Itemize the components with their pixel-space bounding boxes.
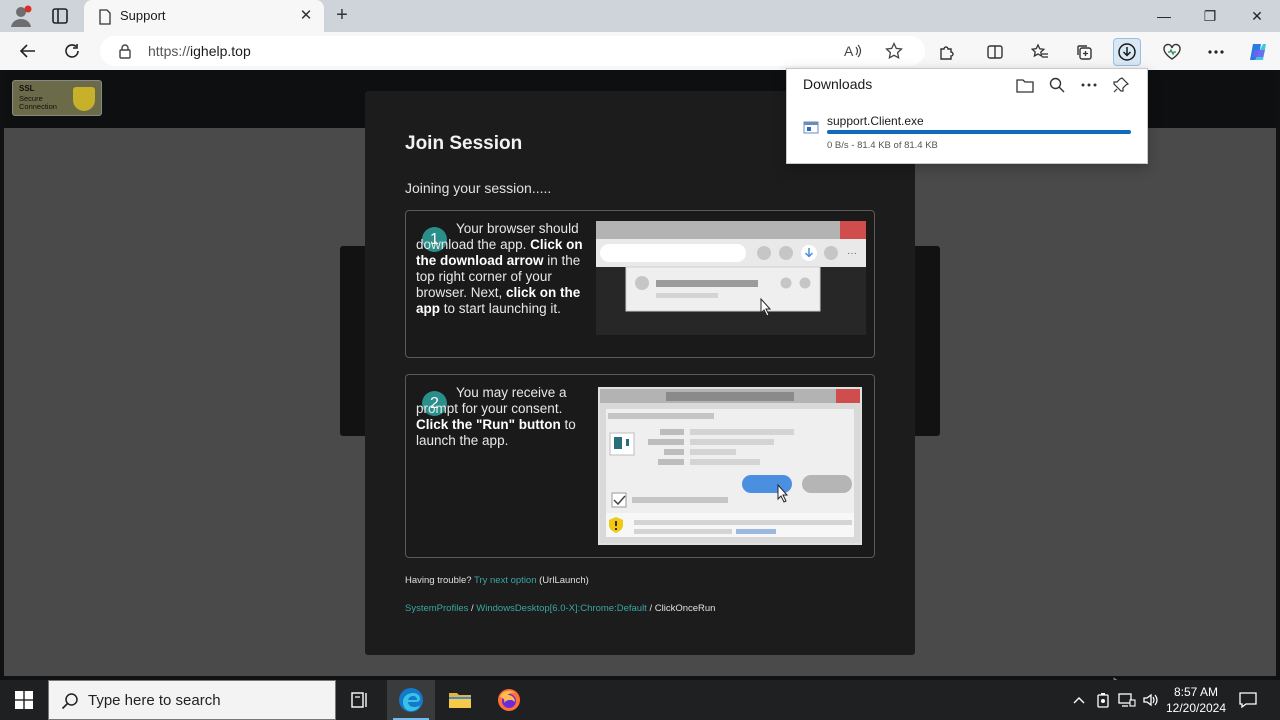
extensions-icon[interactable] [933,38,961,66]
url-text[interactable]: https://ighelp.top [148,43,251,59]
browser-essentials-icon[interactable] [1158,38,1186,66]
clock-time: 8:57 AM [1173,685,1219,699]
download-status: 0 B/s - 81.4 KB of 81.4 KB [827,140,938,151]
maximize-button[interactable]: ❐ [1187,0,1233,32]
taskbar-firefox-button[interactable] [485,680,533,720]
copilot-icon[interactable] [1244,38,1272,66]
read-aloud-icon[interactable]: A [843,42,863,65]
add-favorite-icon[interactable] [885,41,903,65]
back-button[interactable] [15,38,41,64]
step-2-card: 2 You may receive a prompt for your cons… [405,374,875,558]
search-icon [61,692,79,715]
notifications-icon[interactable] [1238,690,1258,710]
shield-icon [73,87,95,111]
pin-icon[interactable] [1111,75,1131,95]
volume-icon[interactable] [1141,690,1161,710]
svg-text:···: ··· [847,248,857,259]
more-options-icon[interactable] [1079,75,1099,95]
having-trouble-text: Having trouble? Try next option (UrlLaun… [405,575,589,586]
task-view-button[interactable] [336,680,384,720]
download-arrow-illustration: ··· [596,221,866,335]
address-bar[interactable]: https://ighelp.top A [100,36,925,66]
ssl-badge-subtitle: Secure Connection [19,94,57,111]
tab-actions-icon[interactable] [50,6,70,26]
browser-toolbar: https://ighelp.top A [0,32,1280,70]
page-icon [98,9,112,30]
svg-text:A: A [844,43,854,59]
profile-icon[interactable] [8,4,34,28]
search-placeholder: Type here to search [88,692,221,709]
ssl-secure-badge: SSL Secure Connection [12,80,102,116]
close-window-button[interactable]: ✕ [1234,0,1280,32]
breadcrumb-clickoncerun: ClickOnceRun [654,603,716,614]
lock-icon[interactable] [118,43,132,64]
downloads-title: Downloads [803,76,873,92]
taskbar-edge-button[interactable] [387,680,435,720]
run-prompt-illustration [598,387,862,545]
favorites-icon[interactable] [1026,38,1054,66]
join-session-dialog: Join Session Joining your session..... 1… [365,91,915,655]
joining-status-text: Joining your session..... [405,180,552,196]
exe-file-icon [803,119,819,135]
ssl-badge-label: SSL [19,84,35,93]
downloads-flyout: Downloads support.Client.exe 0 B/s - 81.… [786,68,1148,164]
step-1-instructions: Your browser should download the app. Cl… [416,221,583,316]
download-progress-fill [827,130,1131,134]
split-screen-icon[interactable] [981,38,1009,66]
dialog-title: Join Session [405,133,523,154]
search-downloads-icon[interactable] [1047,75,1067,95]
refresh-button[interactable] [59,38,85,64]
battery-icon[interactable] [1093,690,1113,710]
tab-strip: Support ✕ + — ❐ ✕ [0,0,1280,32]
minimize-button[interactable]: — [1141,0,1187,32]
collections-icon[interactable] [1070,38,1098,66]
download-file-name[interactable]: support.Client.exe [827,114,924,128]
show-hidden-icons-chevron-icon[interactable] [1069,690,1089,710]
start-button[interactable] [0,680,48,720]
taskbar-file-explorer-button[interactable] [436,680,484,720]
taskbar-clock[interactable]: 8:57 AM 12/20/2024 [1160,684,1232,716]
tab-support[interactable]: Support ✕ [84,0,324,32]
download-progress-bar [827,130,1131,134]
downloads-button[interactable] [1113,38,1141,66]
step-2-instructions: You may receive a prompt for your consen… [416,385,576,448]
settings-more-icon[interactable] [1202,38,1230,66]
taskbar-search-box[interactable]: Type here to search [48,680,336,720]
tab-close-icon[interactable]: ✕ [296,6,316,24]
breadcrumb-windowsdesktop[interactable]: WindowsDesktop[6.0-X]:Chrome:Default [476,603,647,614]
breadcrumb: SystemProfiles / WindowsDesktop[6.0-X]:C… [405,603,716,614]
open-folder-icon[interactable] [1015,75,1035,95]
network-icon[interactable] [1117,690,1137,710]
breadcrumb-systemprofiles[interactable]: SystemProfiles [405,603,468,614]
try-next-option-link[interactable]: Try next option [474,575,536,586]
windows-taskbar: Type here to search 8:57 AM 12/20/2024 [0,680,1280,720]
step-1-card: 1 Your browser should download the app. … [405,210,875,358]
clock-date: 12/20/2024 [1165,701,1227,715]
tab-title: Support [120,8,166,23]
new-tab-button[interactable]: + [330,3,354,27]
